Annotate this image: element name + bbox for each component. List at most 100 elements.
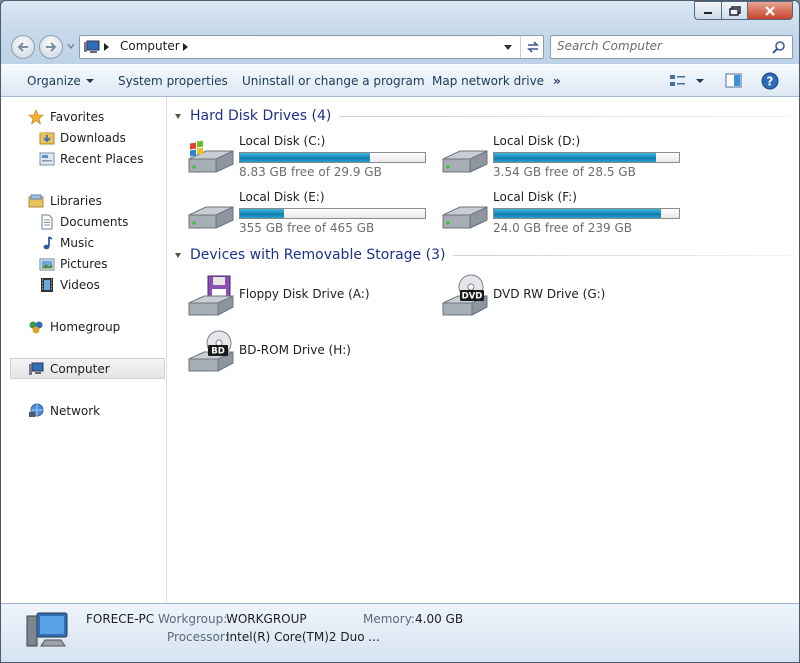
navigation-pane: Favorites Downloads Recent Places Librar… bbox=[1, 97, 167, 603]
hard-drive-icon bbox=[188, 206, 234, 229]
windows-drive-icon bbox=[188, 140, 234, 173]
recent-places-icon bbox=[39, 152, 55, 165]
sidebar-item-videos[interactable]: Videos bbox=[1, 274, 166, 295]
group-title: Hard Disk Drives (4) bbox=[190, 108, 332, 124]
search-icon[interactable] bbox=[772, 40, 786, 54]
address-bar[interactable]: Computer bbox=[79, 35, 544, 59]
sidebar-item-computer[interactable]: Computer bbox=[10, 358, 165, 379]
sidebar-item-favorites[interactable]: Favorites bbox=[1, 106, 166, 127]
drive-usage-bar bbox=[239, 208, 426, 219]
sidebar-item-homegroup[interactable]: Homegroup bbox=[1, 316, 166, 337]
sidebar-item-label: Network bbox=[50, 403, 101, 418]
sidebar-item-label: Documents bbox=[60, 214, 129, 229]
organize-label: Organize bbox=[27, 74, 81, 88]
downloads-folder-icon bbox=[39, 131, 55, 144]
pictures-icon bbox=[39, 258, 55, 270]
drive-free-space: 24.0 GB free of 239 GB bbox=[493, 221, 632, 235]
sidebar-item-label: Recent Places bbox=[60, 151, 144, 166]
drive-item-h[interactable]: BD BD-ROM Drive (H:) bbox=[186, 330, 436, 376]
bd-badge: BD bbox=[211, 347, 225, 357]
close-icon bbox=[765, 5, 775, 16]
sidebar-item-label: Downloads bbox=[60, 130, 126, 145]
workgroup-value: WORKGROUP bbox=[226, 612, 307, 626]
search-input[interactable] bbox=[557, 39, 762, 53]
search-box[interactable] bbox=[550, 35, 793, 59]
map-network-drive-button[interactable]: Map network drive bbox=[432, 74, 544, 88]
processor-label: Processor: bbox=[167, 630, 229, 644]
memory-label: Memory: bbox=[363, 612, 415, 626]
drive-item-e[interactable]: Local Disk (E:) 355 GB free of 465 GB bbox=[186, 190, 436, 236]
workgroup-label: Workgroup: bbox=[158, 612, 228, 626]
group-header-hard-disks[interactable]: Hard Disk Drives (4) bbox=[175, 106, 791, 126]
minimize-icon bbox=[704, 11, 712, 14]
breadcrumb-separator-icon[interactable] bbox=[104, 43, 109, 51]
hard-drive-icon bbox=[442, 206, 488, 229]
back-arrow-icon bbox=[17, 42, 28, 52]
drive-item-d[interactable]: Local Disk (D:) 3.54 GB free of 28.5 GB bbox=[440, 134, 690, 180]
recent-pages-chevron-icon[interactable] bbox=[67, 42, 75, 50]
collapse-arrow-icon[interactable] bbox=[175, 253, 181, 258]
address-dropdown-icon[interactable] bbox=[504, 45, 512, 50]
close-button[interactable] bbox=[747, 1, 793, 20]
view-options-chevron-icon[interactable] bbox=[696, 79, 704, 83]
sidebar-item-label: Homegroup bbox=[50, 319, 121, 334]
drive-name: Local Disk (E:) bbox=[239, 190, 325, 204]
group-title: Devices with Removable Storage (3) bbox=[190, 247, 446, 263]
system-properties-button[interactable]: System properties bbox=[118, 74, 228, 88]
minimize-button[interactable] bbox=[694, 1, 721, 20]
hard-drive-icon bbox=[442, 150, 488, 173]
maximize-button[interactable] bbox=[721, 1, 747, 20]
content-pane: Hard Disk Drives (4) Local Disk (C:) 8.8… bbox=[167, 97, 799, 603]
sidebar-item-label: Favorites bbox=[50, 109, 105, 124]
uninstall-program-button[interactable]: Uninstall or change a program bbox=[242, 74, 425, 88]
caption-buttons bbox=[694, 1, 793, 20]
sidebar-item-label: Computer bbox=[50, 361, 110, 376]
sidebar-item-music[interactable]: Music bbox=[1, 232, 166, 253]
network-icon bbox=[29, 403, 44, 417]
bd-drive-icon: BD bbox=[188, 330, 234, 372]
sidebar-item-pictures[interactable]: Pictures bbox=[1, 253, 166, 274]
command-bar: Organize System properties Uninstall or … bbox=[1, 64, 799, 97]
libraries-icon bbox=[28, 194, 44, 207]
drive-usage-bar bbox=[239, 152, 426, 163]
documents-icon bbox=[41, 214, 53, 229]
drive-item-g[interactable]: DVD DVD RW Drive (G:) bbox=[440, 274, 690, 320]
more-commands-button[interactable]: » bbox=[553, 74, 561, 88]
drive-name: Floppy Disk Drive (A:) bbox=[239, 287, 370, 301]
sidebar-item-label: Music bbox=[60, 235, 95, 250]
group-header-removable[interactable]: Devices with Removable Storage (3) bbox=[175, 245, 791, 265]
forward-button[interactable] bbox=[39, 35, 63, 59]
drive-free-space: 3.54 GB free of 28.5 GB bbox=[493, 165, 636, 179]
music-icon bbox=[43, 235, 53, 249]
sidebar-item-libraries[interactable]: Libraries bbox=[1, 190, 166, 211]
help-icon[interactable]: ? bbox=[761, 72, 779, 90]
drive-item-c[interactable]: Local Disk (C:) 8.83 GB free of 29.9 GB bbox=[186, 134, 436, 180]
change-view-icon[interactable] bbox=[669, 73, 687, 89]
sidebar-item-network[interactable]: Network bbox=[1, 400, 166, 421]
floppy-drive-icon bbox=[188, 275, 234, 316]
organize-menu[interactable]: Organize bbox=[27, 74, 94, 88]
sidebar-item-label: Videos bbox=[60, 277, 100, 292]
refresh-button[interactable] bbox=[520, 36, 544, 58]
drive-name: Local Disk (D:) bbox=[493, 134, 581, 148]
dvd-drive-icon: DVD bbox=[442, 274, 488, 316]
sidebar-item-documents[interactable]: Documents bbox=[1, 211, 166, 232]
breadcrumb-separator-icon[interactable] bbox=[183, 43, 188, 51]
preview-pane-icon[interactable] bbox=[725, 73, 743, 89]
collapse-arrow-icon[interactable] bbox=[175, 114, 181, 119]
videos-icon bbox=[41, 277, 53, 292]
drive-item-f[interactable]: Local Disk (F:) 24.0 GB free of 239 GB bbox=[440, 190, 690, 236]
drive-free-space: 8.83 GB free of 29.9 GB bbox=[239, 165, 382, 179]
details-pane: FORECE-PC Workgroup: WORKGROUP Memory: 4… bbox=[1, 603, 799, 662]
group-divider bbox=[453, 254, 791, 256]
breadcrumb-computer[interactable]: Computer bbox=[120, 39, 180, 53]
processor-value: Intel(R) Core(TM)2 Duo ... bbox=[226, 630, 380, 644]
sidebar-item-downloads[interactable]: Downloads bbox=[1, 127, 166, 148]
back-button[interactable] bbox=[11, 35, 35, 59]
usage-fill bbox=[494, 209, 661, 218]
drive-name: Local Disk (C:) bbox=[239, 134, 326, 148]
explorer-window: Computer Organize System properties Unin… bbox=[0, 0, 800, 663]
usage-fill bbox=[240, 209, 284, 218]
sidebar-item-recent-places[interactable]: Recent Places bbox=[1, 148, 166, 169]
drive-item-a[interactable]: Floppy Disk Drive (A:) bbox=[186, 274, 436, 320]
